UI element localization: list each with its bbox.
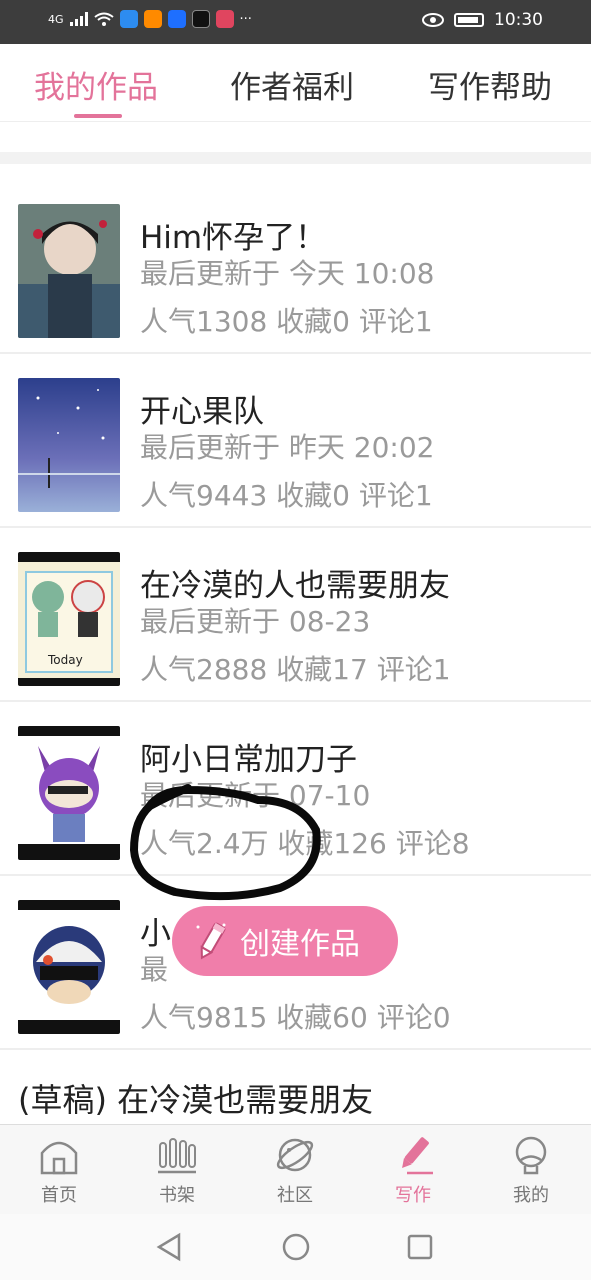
work-item[interactable]: Today 在冷漠的人也需要朋友 最后更新于 08-23 人气2888 收藏17… <box>0 528 591 702</box>
nav-bookshelf-label: 书架 <box>159 1185 195 1206</box>
nav-home-label: 首页 <box>41 1185 77 1206</box>
top-tabs: 我的作品 作者福利 写作帮助 <box>0 44 591 122</box>
cover-image <box>18 378 120 512</box>
tab-author-benefits[interactable]: 作者福利 <box>230 62 354 107</box>
bookshelf-icon <box>158 1138 196 1174</box>
app-notification-icon <box>191 10 210 28</box>
more-notifications-icon: ··· <box>239 11 252 27</box>
cover-image <box>18 900 120 1034</box>
app-notification-icon <box>215 10 234 28</box>
work-updated: 最后更新于 昨天 20:02 <box>140 431 435 464</box>
cover-image: Today <box>18 552 120 686</box>
work-stats: 人气1308 收藏0 评论1 <box>140 305 433 338</box>
wifi-icon <box>93 12 114 26</box>
work-title: 在冷漠的人也需要朋友 <box>140 568 450 604</box>
create-work-button[interactable]: 创建作品 <box>172 906 398 976</box>
home-circle-icon[interactable] <box>281 1232 311 1262</box>
work-updated: 最后更新于 07-10 <box>140 779 371 812</box>
work-title: Him怀孕了！ <box>140 220 327 256</box>
nav-community-label: 社区 <box>277 1185 313 1206</box>
battery-icon <box>454 13 484 27</box>
clock: 10:30 <box>494 10 543 30</box>
nav-profile[interactable]: 我的 <box>491 1135 571 1207</box>
system-navigation-bar <box>0 1214 591 1280</box>
work-item[interactable]: 阿小日常加刀子 最后更新于 07-10 人气2.4万 收藏126 评论8 <box>0 702 591 876</box>
cover-image <box>18 204 120 338</box>
work-updated: 最后更新于 今天 10:08 <box>140 257 435 290</box>
signal-icon <box>69 12 88 26</box>
work-title: 开心果队 <box>140 394 264 430</box>
bottom-navigation: 首页 书架 社区 写作 我的 <box>0 1124 591 1214</box>
nav-write-label: 写作 <box>395 1185 431 1206</box>
nav-home[interactable]: 首页 <box>19 1135 99 1207</box>
back-icon[interactable] <box>155 1232 183 1262</box>
app-notification-icon <box>143 10 162 28</box>
status-right: 10:30 <box>422 10 543 30</box>
nav-community[interactable]: 社区 <box>255 1135 335 1207</box>
work-title: 阿小日常加刀子 <box>140 742 357 778</box>
status-left: 4G ··· <box>48 10 252 28</box>
work-item[interactable]: Him怀孕了！ 最后更新于 今天 10:08 人气1308 收藏0 评论1 <box>0 180 591 354</box>
profile-icon <box>515 1136 547 1175</box>
draft-item[interactable]: (草稿) 在冷漠也需要朋友 <box>18 1075 373 1121</box>
work-title: 小 <box>140 916 171 952</box>
app-notification-icon <box>167 10 186 28</box>
create-work-label: 创建作品 <box>240 927 360 962</box>
work-stats: 人气2.4万 收藏126 评论8 <box>140 827 470 860</box>
nav-profile-label: 我的 <box>513 1185 549 1206</box>
pen-icon <box>402 1137 433 1175</box>
tab-my-works[interactable]: 我的作品 <box>34 62 158 107</box>
work-item[interactable]: 开心果队 最后更新于 昨天 20:02 人气9443 收藏0 评论1 <box>0 354 591 528</box>
svg-text:Today: Today <box>47 653 83 667</box>
home-icon <box>40 1141 78 1175</box>
recents-square-icon[interactable] <box>407 1234 433 1260</box>
work-stats: 人气9443 收藏0 评论1 <box>140 479 433 512</box>
work-updated: 最后更新于 08-23 <box>140 605 371 638</box>
work-stats: 人气9815 收藏60 评论0 <box>140 1001 451 1034</box>
app-notification-icon <box>119 10 138 28</box>
nav-bookshelf[interactable]: 书架 <box>137 1135 217 1207</box>
work-stats: 人气2888 收藏17 评论1 <box>140 653 451 686</box>
status-bar: 4G ··· 10:30 <box>0 0 591 44</box>
tab-writing-help[interactable]: 写作帮助 <box>428 62 552 107</box>
eye-comfort-icon <box>422 13 444 27</box>
cover-image <box>18 726 120 860</box>
pencil-icon <box>196 922 226 960</box>
signal-label: 4G <box>48 12 64 26</box>
work-updated: 最 <box>140 953 169 986</box>
section-divider <box>0 152 591 164</box>
planet-icon <box>276 1138 314 1172</box>
nav-write[interactable]: 写作 <box>373 1135 453 1207</box>
active-tab-indicator <box>74 114 122 118</box>
